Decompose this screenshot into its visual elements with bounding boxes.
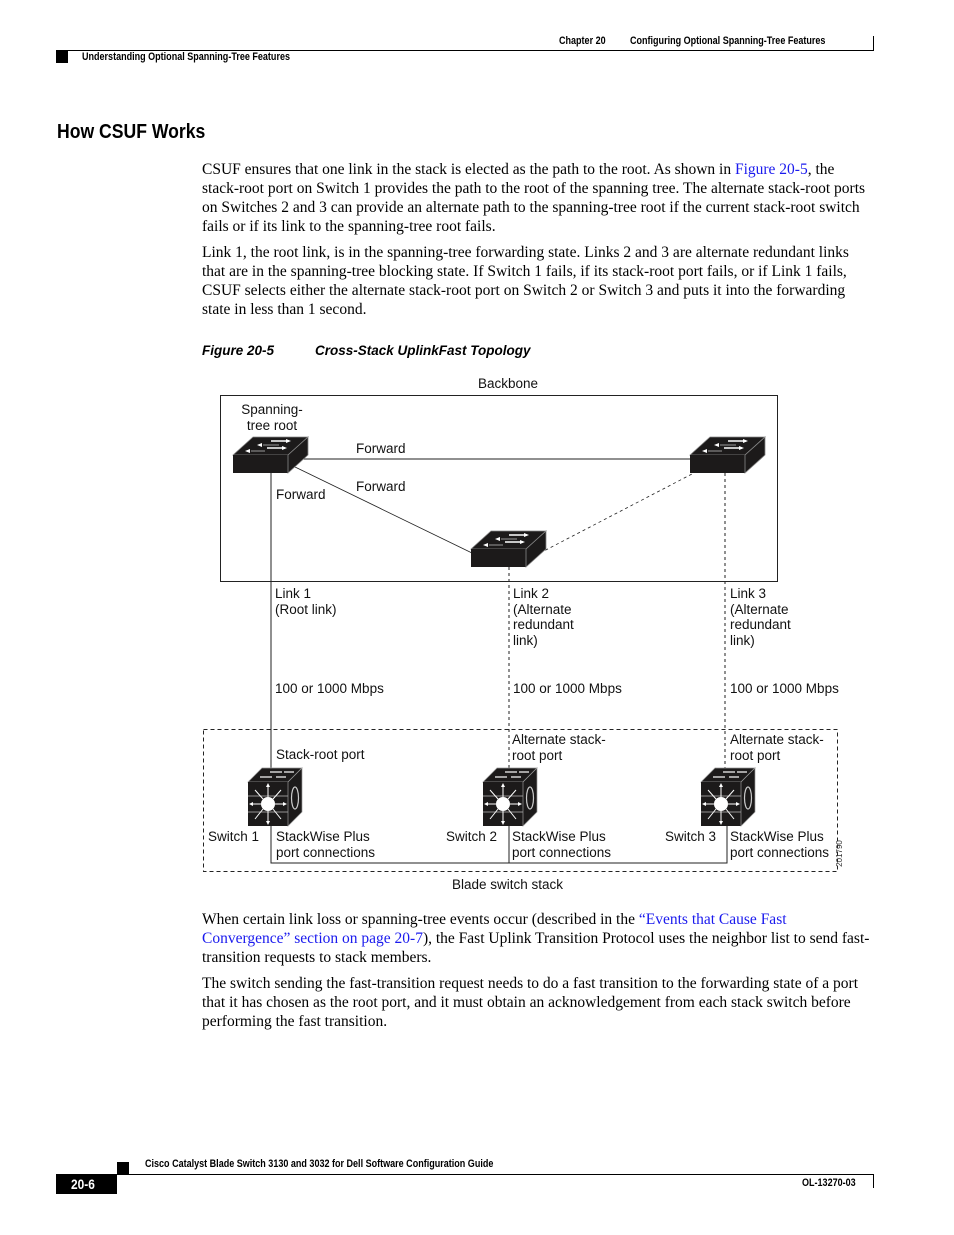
- stack-switch-3-icon: [700, 767, 756, 827]
- figure-id: 201790: [834, 840, 844, 867]
- stackwise-label-line: StackWise Plus: [276, 829, 370, 844]
- stack-switch-2-icon: [482, 767, 538, 827]
- p3-text-a: When certain link loss or spanning-tree …: [202, 911, 639, 928]
- spanning-tree-root-label: Spanning- tree root: [239, 402, 305, 433]
- switch-2-label: Switch 2: [446, 829, 498, 844]
- footer-guide-title: Cisco Catalyst Blade Switch 3130 and 303…: [145, 1158, 494, 1170]
- stack-root-port-label: Stack-root port: [276, 747, 365, 762]
- stackwise-label-2: StackWise Plus port connections: [512, 829, 611, 860]
- link-3-label: Link 3 (Alternate redundant link): [730, 586, 791, 648]
- link-2-label-line: Link 2: [513, 586, 550, 601]
- alternate-port-label-line: Alternate stack-: [730, 732, 824, 747]
- link-1-label-line: (Root link): [275, 601, 337, 617]
- page-number: 20-6: [71, 1176, 95, 1192]
- root-label-line-2: tree root: [246, 417, 298, 433]
- link-1-label: Link 1 (Root link): [275, 586, 337, 617]
- stack-switch-1-icon: [247, 767, 303, 827]
- paragraph-4: The switch sending the fast-transition r…: [202, 974, 874, 1031]
- alternate-port-label-line: root port: [512, 747, 563, 763]
- link-1-label-line: Link 1: [275, 586, 312, 601]
- alternate-port-label-line: root port: [730, 747, 781, 763]
- alternate-port-label-3: Alternate stack- root port: [730, 732, 824, 763]
- stackwise-label-line: port connections: [512, 844, 612, 860]
- blade-switch-stack-label: Blade switch stack: [452, 877, 564, 892]
- footer-rule-tick: [873, 1174, 874, 1188]
- alternate-port-label-2: Alternate stack- root port: [512, 732, 606, 763]
- link-3-speed: 100 or 1000 Mbps: [730, 681, 839, 696]
- link-2-label-line: redundant: [513, 617, 574, 632]
- link-3-label-line: (Alternate: [730, 601, 789, 617]
- topology-diagram: [203, 395, 838, 872]
- footer-doc-number: OL-13270-03: [802, 1177, 856, 1189]
- backbone-switch-right-icon: [689, 436, 766, 474]
- blocked-link-middle-to-right: [539, 473, 693, 554]
- backbone-switch-middle-icon: [470, 530, 547, 568]
- link-2-label: Link 2 (Alternate redundant link): [513, 586, 574, 648]
- stackwise-label-line: StackWise Plus: [512, 829, 606, 844]
- stackwise-label-3: StackWise Plus port connections: [730, 829, 829, 860]
- link-3-label-line: redundant: [730, 617, 791, 632]
- link-2-label-line: link): [513, 632, 538, 648]
- stackwise-label-1: StackWise Plus port connections: [276, 829, 375, 860]
- link-2-label-line: (Alternate: [513, 601, 572, 617]
- stackwise-label-line: port connections: [730, 844, 830, 860]
- forward-label-down: Forward: [276, 487, 326, 502]
- forward-label-top: Forward: [356, 441, 406, 456]
- footer-marker-block: [117, 1162, 129, 1174]
- alternate-port-label-line: Alternate stack-: [512, 732, 606, 747]
- p4-text: The switch sending the fast-transition r…: [202, 975, 858, 1030]
- switch-1-label: Switch 1: [208, 829, 260, 844]
- paragraph-3: When certain link loss or spanning-tree …: [202, 910, 874, 967]
- forward-label-diagonal: Forward: [356, 479, 406, 494]
- stackwise-label-line: StackWise Plus: [730, 829, 824, 844]
- footer-rule: [56, 1174, 874, 1175]
- root-label-line-1: Spanning-: [241, 402, 303, 417]
- switch-3-label: Switch 3: [665, 829, 717, 844]
- stackwise-label-line: port connections: [276, 844, 376, 860]
- link-3-label-line: Link 3: [730, 586, 767, 601]
- link-1-speed: 100 or 1000 Mbps: [275, 681, 384, 696]
- backbone-label: Backbone: [478, 376, 539, 391]
- link-2-speed: 100 or 1000 Mbps: [513, 681, 622, 696]
- link-3-label-line: link): [730, 632, 755, 648]
